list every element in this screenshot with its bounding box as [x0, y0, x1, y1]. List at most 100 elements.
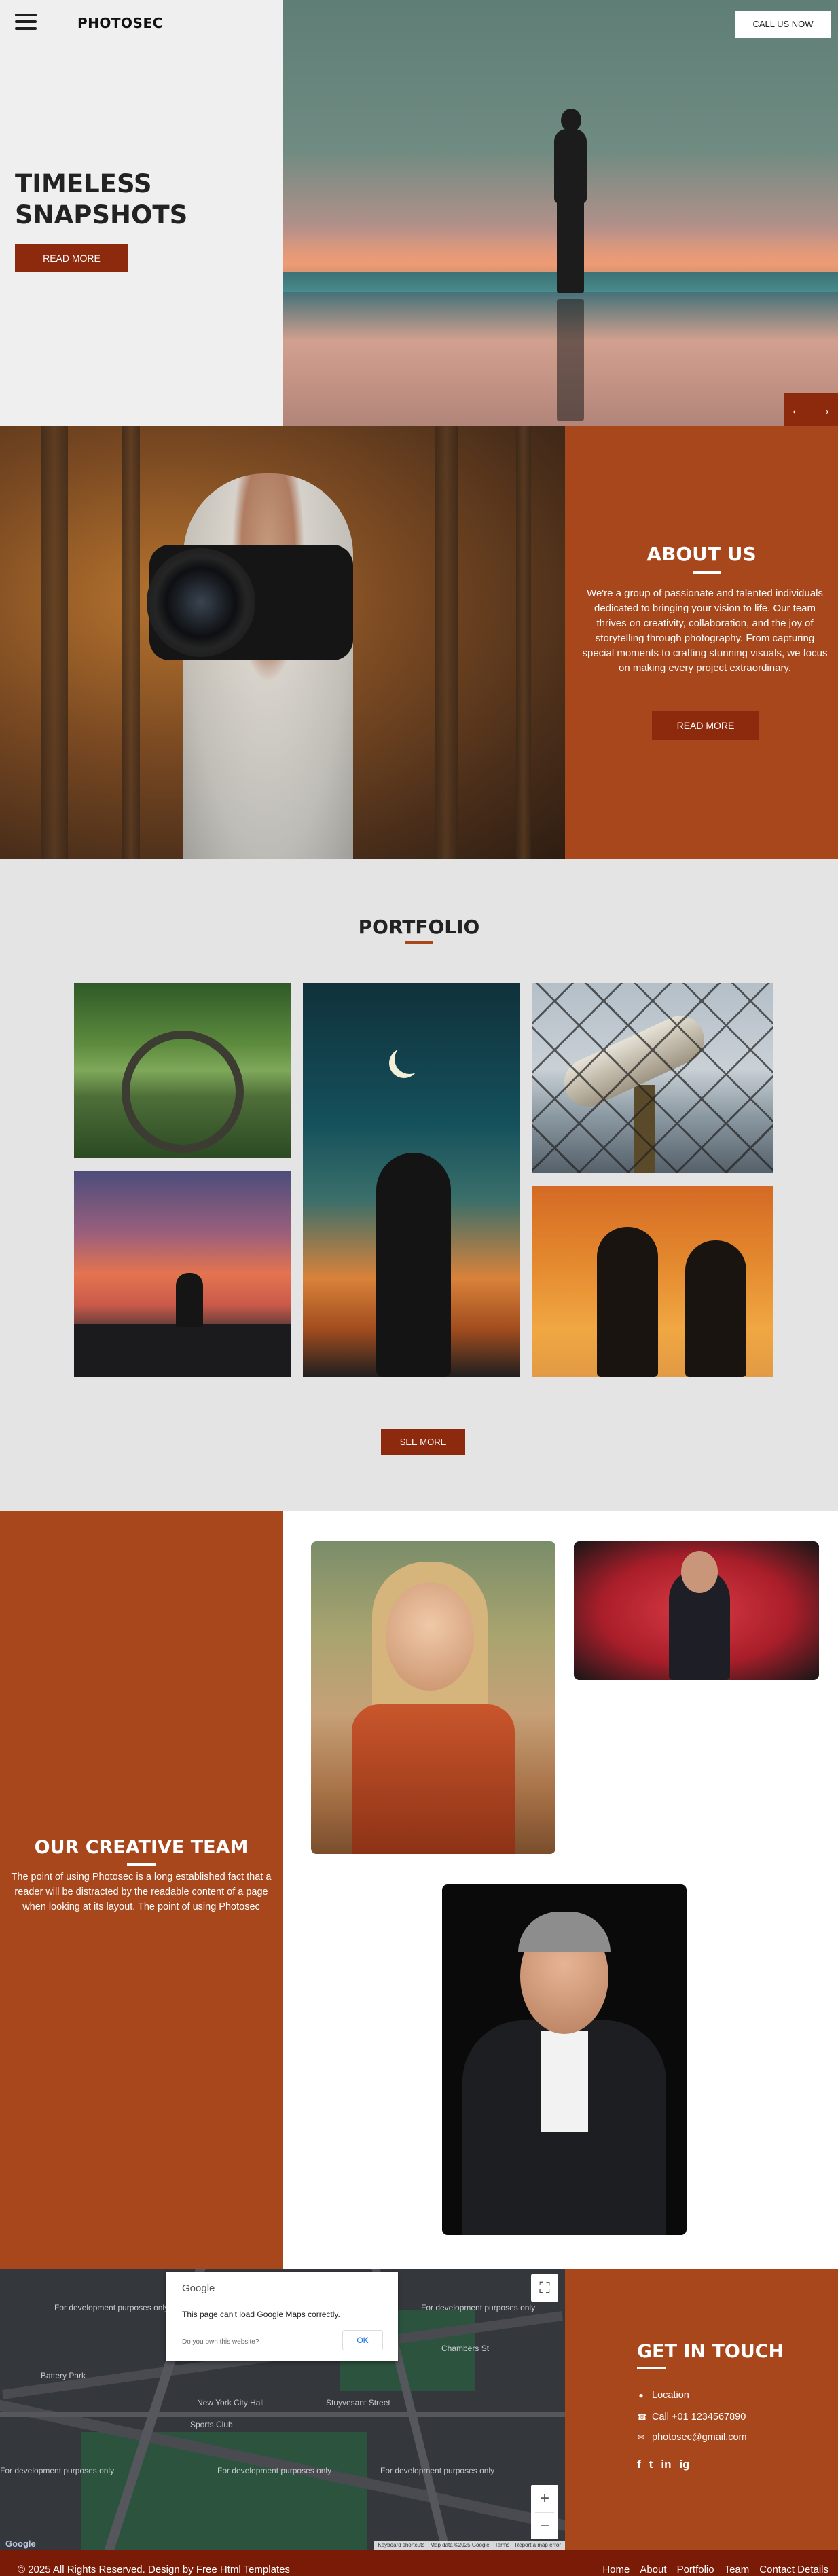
envelope-icon: ✉: [637, 2433, 645, 2442]
phone-icon: ☎: [637, 2412, 647, 2422]
footer-link-portfolio[interactable]: Portfolio: [677, 2564, 714, 2575]
call-us-button[interactable]: CALL US NOW: [735, 11, 831, 38]
about-read-more-button[interactable]: READ MORE: [652, 711, 759, 740]
facebook-icon[interactable]: f: [637, 2458, 641, 2471]
team-section: OUR CREATIVE TEAM The point of using Pho…: [0, 1511, 838, 2269]
map-footer: Keyboard shortcuts Map data ©2025 Google…: [374, 2541, 565, 2550]
silhouette-figure: [597, 1227, 658, 1377]
team-member-photo[interactable]: [442, 1884, 687, 2235]
contact-section: For development purposes only For develo…: [0, 2269, 838, 2550]
hero-section: PHOTOSEC TIMELESS SNAPSHOTS READ MORE CA…: [0, 0, 838, 426]
team-panel: OUR CREATIVE TEAM The point of using Pho…: [0, 1511, 283, 2269]
hero-title-line1: TIMELESS: [15, 169, 152, 198]
copyright-text: © 2025 All Rights Reserved. Design by Fr…: [18, 2564, 290, 2575]
hero-photographer-reflection: [557, 299, 584, 421]
hero-title-line2: SNAPSHOTS: [15, 200, 188, 230]
hero-title: TIMELESS SNAPSHOTS: [15, 168, 187, 231]
map-place-label: Battery Park: [41, 2371, 86, 2380]
map-watermark: For development purposes only: [380, 2466, 495, 2475]
map-watermark: For development purposes only: [421, 2303, 536, 2312]
map-footer-link[interactable]: Terms: [495, 2541, 510, 2550]
twitter-icon[interactable]: t: [649, 2458, 653, 2471]
contact-email-text: photosec@gmail.com: [652, 2432, 747, 2443]
contact-phone[interactable]: ☎ Call +01 1234567890: [637, 2412, 746, 2422]
photographer-silhouette: [176, 1273, 203, 1327]
hero-photographer-legs: [557, 198, 584, 293]
team-member-photo[interactable]: [311, 1541, 555, 1854]
hero-photographer-head: [561, 109, 581, 132]
member-face: [681, 1551, 718, 1593]
about-panel: ABOUT US We're a group of passionate and…: [565, 426, 838, 859]
portfolio-image-sunset[interactable]: [74, 1171, 291, 1377]
member-face: [386, 1582, 474, 1691]
team-text: The point of using Photosec is a long es…: [11, 1872, 272, 1912]
zoom-out-icon[interactable]: −: [531, 2513, 558, 2540]
fullscreen-icon[interactable]: ⛶: [531, 2274, 558, 2302]
about-camera-lens: [147, 548, 255, 657]
footer-link-about[interactable]: About: [640, 2564, 666, 2575]
map-watermark: For development purposes only: [0, 2466, 115, 2475]
about-tree: [41, 426, 68, 859]
see-more-button[interactable]: SEE MORE: [381, 1429, 465, 1455]
map-dialog-own-link[interactable]: Do you own this website?: [182, 2338, 259, 2346]
prev-arrow-icon[interactable]: ←: [790, 401, 805, 418]
footer-link-home[interactable]: Home: [602, 2564, 630, 2575]
sunset-ground: [74, 1324, 291, 1377]
social-links: f t in ig: [637, 2458, 690, 2471]
contact-email[interactable]: ✉ photosec@gmail.com: [637, 2432, 747, 2443]
map-error-dialog: Google This page can't load Google Maps …: [166, 2272, 398, 2361]
map-watermark: For development purposes only: [217, 2466, 332, 2475]
about-man: [183, 473, 353, 859]
contact-title: GET IN TOUCH: [637, 2341, 784, 2362]
map-footer-link[interactable]: Keyboard shortcuts: [378, 2541, 424, 2550]
brand-logo[interactable]: PHOTOSEC: [77, 15, 163, 31]
slider-controls: ← →: [784, 393, 838, 426]
about-tree: [435, 426, 458, 859]
contact-panel: GET IN TOUCH ● Location ☎ Call +01 12345…: [565, 2269, 838, 2550]
fence-pattern: [532, 983, 773, 1173]
silhouette-figure: [376, 1153, 451, 1377]
team-title: OUR CREATIVE TEAM: [34, 1837, 249, 1858]
about-image: [0, 426, 565, 859]
contact-phone-text: Call +01 1234567890: [652, 2412, 746, 2422]
map-footer-link: Map data ©2025 Google: [430, 2542, 490, 2548]
zoom-in-icon[interactable]: +: [531, 2485, 558, 2512]
footer-link-contact[interactable]: Contact Details: [759, 2564, 828, 2575]
map-dialog-message: This page can't load Google Maps correct…: [182, 2310, 340, 2319]
map-footer-link[interactable]: Report a map error: [515, 2541, 561, 2550]
next-arrow-icon[interactable]: →: [817, 401, 832, 418]
google-map[interactable]: For development purposes only For develo…: [0, 2269, 565, 2550]
map-dialog-brand: Google: [182, 2283, 215, 2294]
contact-location[interactable]: ● Location: [637, 2390, 689, 2401]
hero-photographer-body: [554, 129, 587, 204]
portfolio-image-telescope[interactable]: [532, 983, 773, 1173]
location-pin-icon: ●: [638, 2391, 644, 2400]
portfolio-section: PORTFOLIO SEE MORE: [0, 859, 838, 1511]
member-hair: [518, 1912, 611, 1952]
instagram-icon[interactable]: ig: [679, 2458, 689, 2471]
map-watermark: For development purposes only: [54, 2303, 169, 2312]
footer-link-team[interactable]: Team: [725, 2564, 750, 2575]
linkedin-icon[interactable]: in: [661, 2458, 671, 2471]
hero-left-panel: PHOTOSEC TIMELESS SNAPSHOTS READ MORE: [0, 0, 283, 426]
silhouette-figure: [685, 1240, 746, 1377]
map-place-label: Stuyvesant Street: [326, 2398, 390, 2408]
portfolio-image-photographers[interactable]: [532, 1186, 773, 1377]
about-title-underline: [693, 571, 721, 574]
portfolio-image-moon[interactable]: [303, 983, 520, 1377]
moon-icon: [395, 1044, 424, 1074]
hero-image: CALL US NOW ← →: [283, 0, 838, 426]
map-place-label: Sports Club: [190, 2420, 233, 2429]
map-place-label: New York City Hall: [197, 2398, 264, 2408]
team-member-photo[interactable]: [574, 1541, 819, 1680]
portfolio-image-bridge[interactable]: [74, 983, 291, 1158]
map-dialog-ok-button[interactable]: OK: [342, 2330, 383, 2350]
team-title-underline: [127, 1863, 156, 1866]
bridge-arch: [122, 1031, 244, 1153]
menu-icon[interactable]: [15, 14, 37, 30]
map-place-label: Chambers St: [441, 2344, 490, 2353]
footer-nav: Home About Portfolio Team Contact Detail…: [602, 2564, 828, 2575]
hero-read-more-button[interactable]: READ MORE: [15, 244, 128, 272]
site-footer: © 2025 All Rights Reserved. Design by Fr…: [0, 2550, 838, 2576]
contact-title-underline: [637, 2367, 666, 2369]
